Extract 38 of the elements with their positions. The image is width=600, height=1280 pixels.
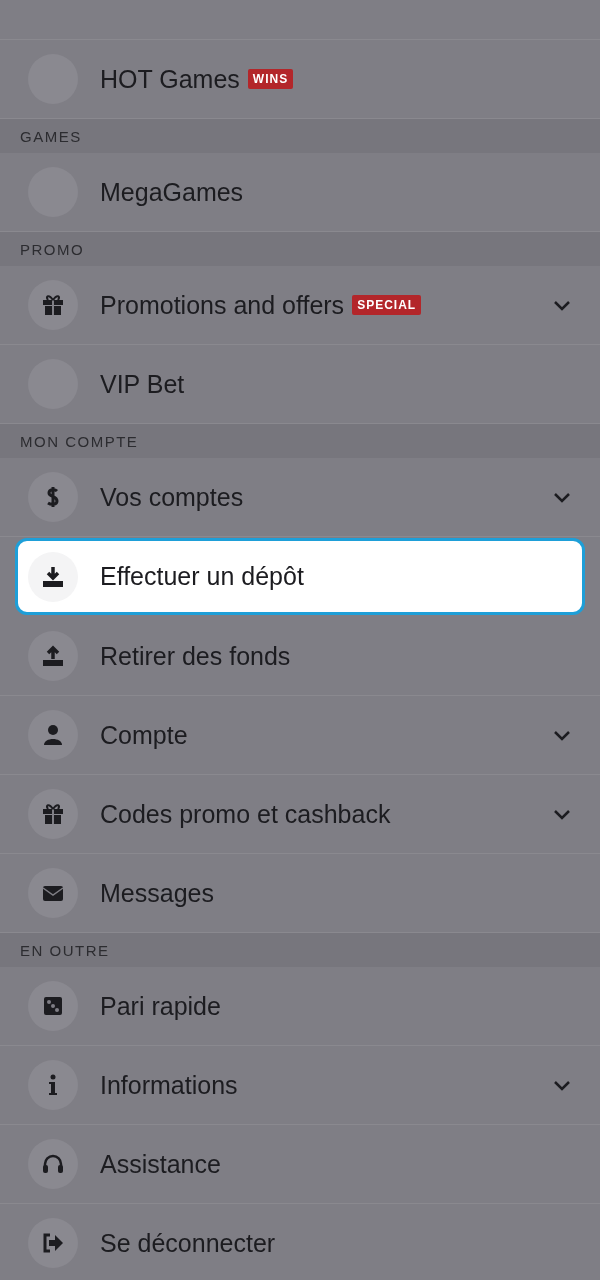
menu-item[interactable]: Compte xyxy=(0,696,600,775)
chevron-down-icon[interactable] xyxy=(552,1078,572,1092)
upload-icon xyxy=(40,643,66,669)
section-heading: EN OUTRE xyxy=(20,941,110,959)
menu-label: Retirer des fonds xyxy=(100,641,291,671)
menu-label: MegaGames xyxy=(100,177,244,207)
menu-item[interactable]: Informations xyxy=(0,1046,600,1125)
chevron-down-icon[interactable] xyxy=(552,728,572,742)
section-heading: MON COMPTE xyxy=(20,432,139,450)
menu-item[interactable]: Vos comptes xyxy=(0,458,600,537)
section-heading: PROMO xyxy=(20,240,85,258)
gift-icon xyxy=(40,292,66,318)
menu-label: Promotions and offers xyxy=(100,290,345,320)
section-heading: GAMES xyxy=(20,127,82,145)
menu-label: Se déconnecter xyxy=(100,1228,276,1258)
menu-label: Compte xyxy=(100,720,188,750)
menu-label: Informations xyxy=(100,1070,238,1100)
menu-item[interactable]: Retirer des fonds xyxy=(0,617,600,696)
menu-label: VIP Bet xyxy=(100,369,185,399)
chevron-down-icon[interactable] xyxy=(552,298,572,312)
menu-item[interactable]: Se déconnecter xyxy=(0,1204,600,1280)
menu-label: Vos comptes xyxy=(100,482,244,512)
menu-item[interactable]: Effectuer un dépôt xyxy=(15,538,585,615)
gift-icon xyxy=(40,801,66,827)
menu-item[interactable]: Pari rapide xyxy=(0,967,600,1046)
menu-item[interactable]: Assistance xyxy=(0,1125,600,1204)
chevron-down-icon[interactable] xyxy=(552,807,572,821)
badge: SPECIAL xyxy=(352,295,422,315)
menu-item[interactable]: Promotions and offers SPECIAL xyxy=(0,266,600,345)
menu-label: Messages xyxy=(100,878,214,908)
menu-label: Codes promo et cashback xyxy=(100,799,391,829)
badge: WINS xyxy=(247,69,294,89)
menu-label: Assistance xyxy=(100,1149,221,1179)
menu-item[interactable]: Codes promo et cashback xyxy=(0,775,600,854)
menu-label: Effectuer un dépôt xyxy=(100,562,304,591)
chevron-down-icon[interactable] xyxy=(552,490,572,504)
menu-label: Pari rapide xyxy=(100,991,221,1021)
menu-label: HOT Games xyxy=(100,64,240,94)
